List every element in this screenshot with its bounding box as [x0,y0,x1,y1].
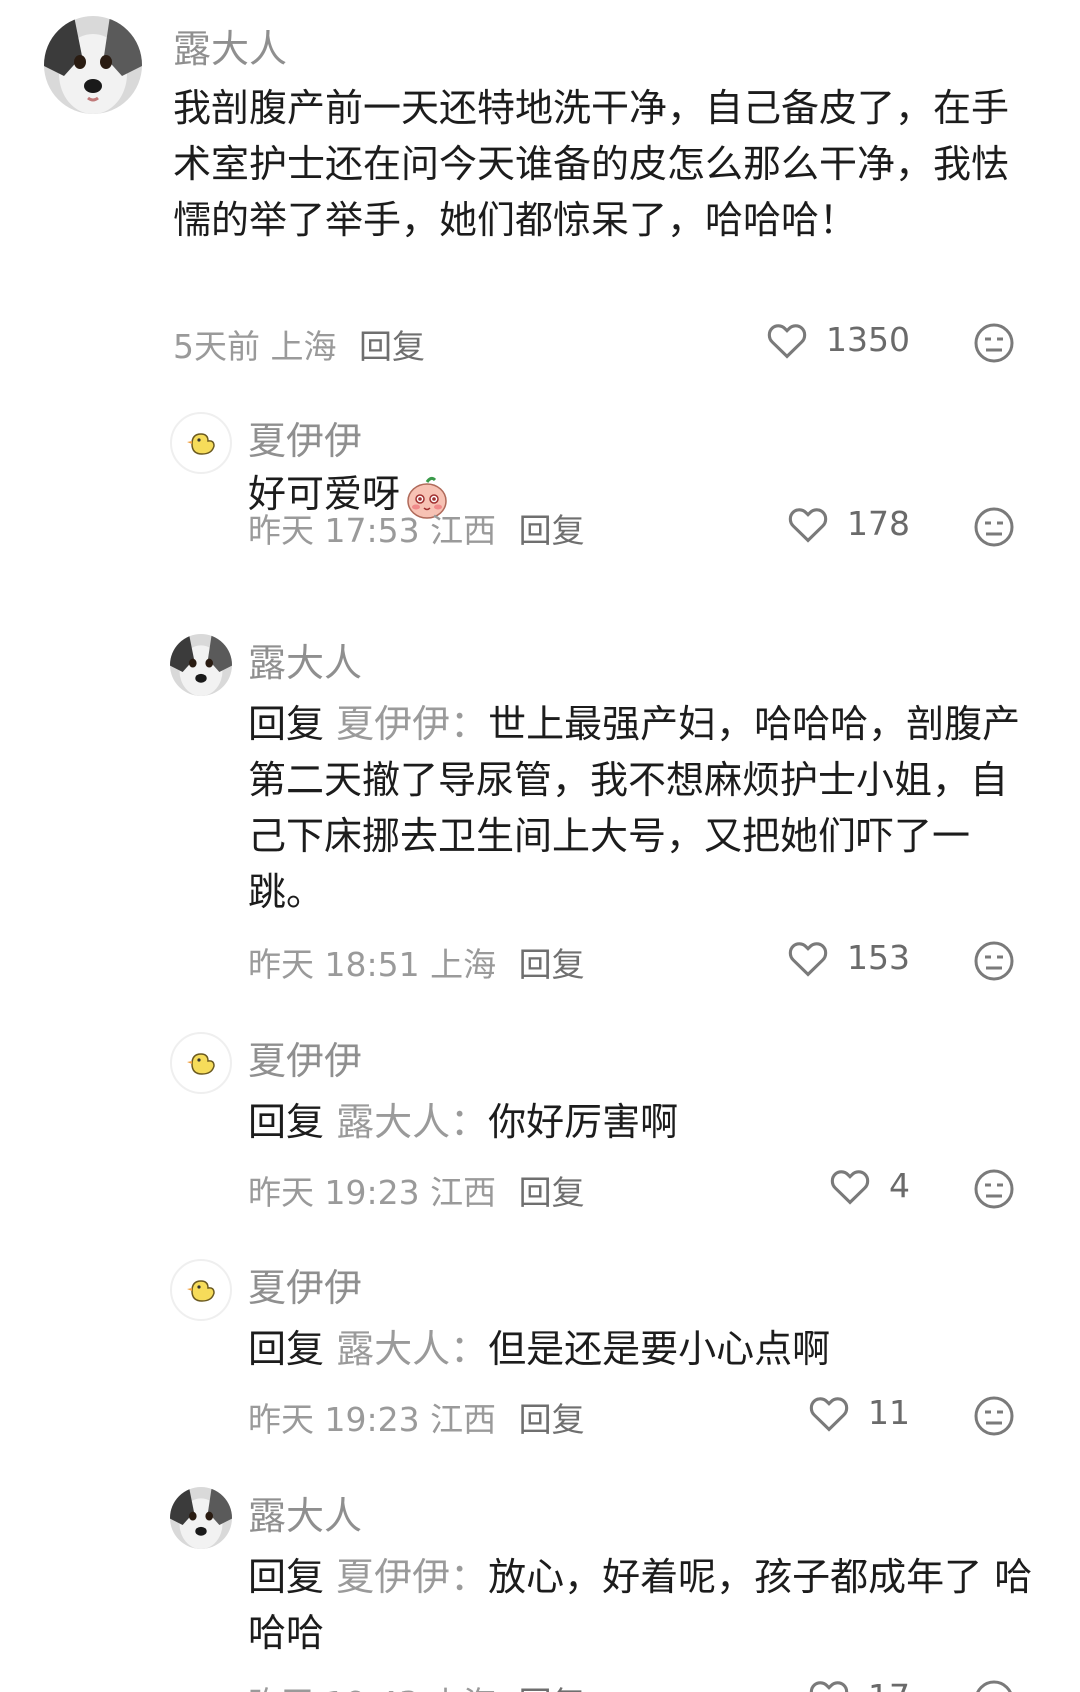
comment-item: 露大人 我剖腹产前一天还特地洗干净，自己备皮了，在手术室护士还在问今天谁备的皮怎… [0,0,1080,370]
reply-time: 昨天 17:53 [248,511,420,550]
reply-meta: 昨天 19:23 江西 回复 [248,1166,585,1214]
reply-button[interactable]: 回复 [359,327,425,366]
reply-item: 夏伊伊 回复 露大人：但是还是要小心点啊 昨天 19:23 江西 回复 11 [0,1247,1080,1447]
reply-text: 回复 夏伊伊：世上最强产妇，哈哈哈，剖腹产第二天撤了导尿管，我不想麻烦护士小姐，… [248,696,1038,920]
reply-text: 回复 露大人：你好厉害啊 [248,1094,1038,1150]
like-count: 178 [847,504,910,543]
comment-location: 上海 [270,327,337,366]
dog-avatar[interactable] [170,634,232,696]
heart-outline-icon [767,323,807,359]
reply-target[interactable]: 夏伊伊： [336,1555,488,1599]
reply-text: 回复 夏伊伊：放心，好着呢，孩子都成年了 哈哈哈 [248,1549,1038,1661]
chick-avatar[interactable] [170,1259,232,1321]
reply-time: 昨天 18:51 [248,945,420,984]
reply-location: 江西 [430,511,497,550]
reply-location: 上海 [430,1684,496,1692]
meh-face-icon[interactable] [973,940,1015,982]
reply-target[interactable]: 露大人： [336,1100,488,1144]
reply-location: 江西 [430,1173,497,1212]
reply-username[interactable]: 夏伊伊 [248,1030,362,1085]
reply-username[interactable]: 露大人 [248,1485,362,1540]
reply-button[interactable]: 回复 [519,1400,585,1439]
reply-prefix: 回复 [248,1327,325,1371]
reply-target[interactable]: 夏伊伊： [336,702,488,746]
reply-item: 露大人 回复 夏伊伊：世上最强产妇，哈哈哈，剖腹产第二天撤了导尿管，我不想麻烦护… [0,622,1080,1002]
reply-prefix: 回复 [248,1100,325,1144]
reply-prefix: 回复 [248,702,325,746]
reply-location: 上海 [430,945,497,984]
chick-avatar[interactable] [170,412,232,474]
reply-item: 夏伊伊 回复 露大人：你好厉害啊 昨天 19:23 江西 回复 4 [0,1020,1080,1220]
comment-text: 我剖腹产前一天还特地洗干净，自己备皮了，在手术室护士还在问今天谁备的皮怎么那么干… [173,80,1013,248]
reply-time: 昨天 19:23 [248,1400,420,1439]
heart-outline-icon [788,507,828,543]
like-button[interactable]: 4 [829,1166,910,1205]
dog-avatar[interactable] [44,16,142,114]
reply-meta: 昨天 18:51 上海 回复 [248,938,585,986]
reply-button[interactable]: 回复 [519,1173,585,1212]
comment-body: 我剖腹产前一天还特地洗干净，自己备皮了，在手术室护士还在问今天谁备的皮怎么那么干… [173,86,1010,242]
reply-time: 昨天 19:23 [248,1173,420,1212]
comment-meta: 5天前 上海 回复 [173,320,425,368]
reply-location: 江西 [430,1400,497,1439]
like-button[interactable]: 178 [787,504,910,543]
reply-body: 但是还是要小心点啊 [488,1327,831,1371]
heart-outline-icon [809,1396,849,1432]
heart-outline-icon [809,1680,849,1692]
like-button[interactable]: 17 [808,1677,910,1692]
reply-username[interactable]: 夏伊伊 [248,1257,362,1312]
chick-avatar[interactable] [170,1032,232,1094]
heart-outline-icon [830,1169,870,1205]
reply-body: 你好厉害啊 [488,1100,679,1144]
like-button[interactable]: 153 [787,938,910,977]
like-count: 11 [868,1393,910,1432]
like-count: 4 [889,1166,910,1205]
comment-username[interactable]: 露大人 [173,18,287,73]
reply-text: 回复 露大人：但是还是要小心点啊 [248,1321,1038,1377]
reply-item: 露大人 回复 夏伊伊：放心，好着呢，孩子都成年了 哈哈哈 昨天 19:43 上海… [0,1475,1080,1692]
like-count: 153 [847,938,910,977]
reply-meta: 昨天 17:53 江西 回复 [248,504,585,552]
reply-time: 昨天 19:43 [248,1684,420,1692]
reply-button[interactable]: 回复 [519,945,585,984]
like-count: 1350 [826,320,910,359]
like-button[interactable]: 11 [808,1393,910,1432]
meh-face-icon[interactable] [973,1395,1015,1437]
reply-prefix: 回复 [248,1555,325,1599]
like-count: 17 [868,1677,910,1692]
meh-face-icon[interactable] [973,322,1015,364]
meh-face-icon[interactable] [973,1168,1015,1210]
reply-button[interactable]: 回复 [519,511,585,550]
dog-avatar[interactable] [170,1487,232,1549]
meh-face-icon[interactable] [973,1679,1015,1692]
heart-outline-icon [788,941,828,977]
like-button[interactable]: 1350 [766,320,910,359]
comment-time: 5天前 [173,327,260,366]
reply-button[interactable]: 回复 [519,1684,585,1692]
reply-item: 夏伊伊 好可爱呀 昨天 17:53 江西 回复 178 [0,400,1080,600]
reply-target[interactable]: 露大人： [336,1327,488,1371]
meh-face-icon[interactable] [973,506,1015,548]
reply-meta: 昨天 19:43 上海 回复 [248,1677,585,1692]
reply-username[interactable]: 夏伊伊 [248,410,362,465]
reply-meta: 昨天 19:23 江西 回复 [248,1393,585,1441]
reply-username[interactable]: 露大人 [248,632,362,687]
